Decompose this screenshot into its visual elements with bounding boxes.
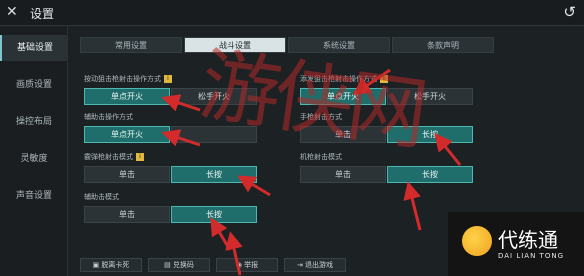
option-single-fire[interactable]: 单点开火 xyxy=(84,126,170,143)
info-icon[interactable]: i xyxy=(164,75,172,83)
sidebar-item-sound[interactable]: 声音设置 xyxy=(0,183,68,209)
report-button[interactable]: ◉ 举报 xyxy=(216,258,278,272)
setting-label: 机枪射击模式 xyxy=(300,153,342,161)
option-hold[interactable]: 长按 xyxy=(171,206,257,223)
sniper-scope-toggle: 单击 长按 xyxy=(84,166,258,183)
sidebar-item-basic[interactable]: 基础设置 xyxy=(0,35,68,61)
sidebar-item-controls[interactable]: 操控布局 xyxy=(0,109,68,135)
sidebar-item-graphics[interactable]: 画质设置 xyxy=(0,72,68,98)
option-hold[interactable]: 长按 xyxy=(171,166,257,183)
arrow xyxy=(403,181,422,231)
tab-system[interactable]: 系统设置 xyxy=(288,37,390,53)
brand-icon xyxy=(462,226,492,256)
setting-label: 辅助击模式 xyxy=(84,193,119,201)
report-icon: ◉ xyxy=(235,261,242,269)
redeem-code-button[interactable]: ▤ 兑换码 xyxy=(148,258,210,272)
back-icon[interactable]: ↺ xyxy=(563,3,576,21)
option-tap[interactable]: 单击 xyxy=(300,166,386,183)
tab-terms[interactable]: 条款声明 xyxy=(392,37,494,53)
info-icon[interactable]: i xyxy=(136,153,144,161)
option-tap[interactable]: 单击 xyxy=(84,166,170,183)
gift-icon: ▤ xyxy=(164,261,171,269)
brand-subtitle: DAI LIAN TONG xyxy=(498,252,565,260)
arrow xyxy=(434,132,462,166)
option-single-fire[interactable]: 单点开火 xyxy=(84,88,170,105)
unstuck-icon: ▣ xyxy=(92,261,100,269)
option-hold[interactable]: 长按 xyxy=(387,166,473,183)
game-logo-icon: ✕ xyxy=(6,4,18,20)
sidebar: 基础设置 画质设置 操控布局 灵敏度 声音设置 xyxy=(0,27,68,276)
top-bar: ✕ 设置 ↺ xyxy=(0,0,584,26)
unstuck-button[interactable]: ▣ 脱离卡死 xyxy=(80,258,142,272)
option-tap[interactable]: 单击 xyxy=(84,206,170,223)
tab-common[interactable]: 常用设置 xyxy=(80,37,182,53)
setting-label: 按动狙击枪射击操作方式 i xyxy=(84,74,172,84)
setting-label: 霰弹枪射击模式 i xyxy=(84,152,144,162)
brand-logo: 代练通 DAI LIAN TONG xyxy=(448,212,584,276)
page-title: 设置 xyxy=(30,7,55,21)
auxiliary-mode-toggle: 单击 长按 xyxy=(84,206,258,223)
arrow xyxy=(210,217,232,251)
exit-game-button[interactable]: ⇥ 退出游戏 xyxy=(284,258,346,272)
exit-icon: ⇥ xyxy=(296,261,303,269)
right-scope-toggle: 单击 长按 xyxy=(300,166,474,183)
setting-label: 辅助击操作方式 xyxy=(84,113,133,121)
sidebar-item-sensitivity[interactable]: 灵敏度 xyxy=(0,146,68,172)
brand-name: 代练通 xyxy=(498,228,558,252)
